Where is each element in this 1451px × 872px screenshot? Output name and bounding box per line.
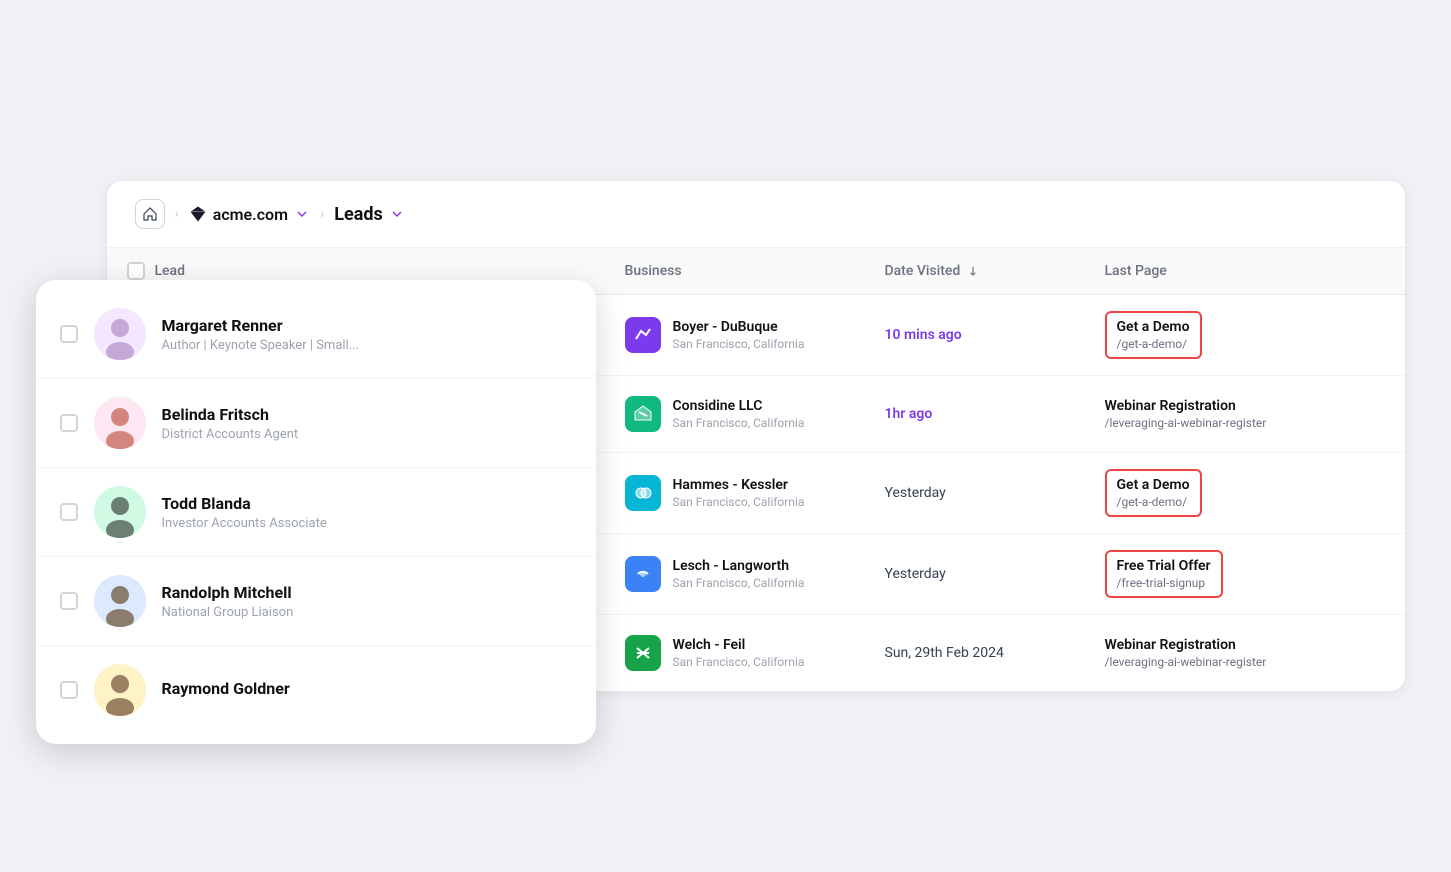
gem-icon xyxy=(189,205,207,223)
biz-name-boyer: Boyer - DuBuque xyxy=(673,319,805,335)
sep-1: › xyxy=(175,206,179,222)
col-date-label: Date Visited xyxy=(885,263,961,279)
biz-cell-margaret: Boyer - DuBuque San Francisco, Californi… xyxy=(625,317,885,353)
home-button[interactable] xyxy=(135,199,165,229)
biz-cell-belinda: Considine LLC San Francisco, California xyxy=(625,396,885,432)
panel-name-belinda: Belinda Fritsch xyxy=(162,405,299,424)
biz-logo-hammes xyxy=(625,475,661,511)
breadcrumb-gem-item[interactable]: acme.com xyxy=(189,205,310,224)
panel-info-randolph: Randolph Mitchell National Group Liaison xyxy=(162,583,294,620)
page-raymond: Webinar Registration /leveraging-ai-webi… xyxy=(1105,637,1385,669)
biz-info-welch: Welch - Feil San Francisco, California xyxy=(673,637,805,669)
panel-info-raymond: Raymond Goldner xyxy=(162,679,290,701)
breadcrumb-gem-label: acme.com xyxy=(213,205,288,224)
page-name-belinda: Webinar Registration xyxy=(1105,398,1385,414)
col-header-business: Business xyxy=(625,262,885,280)
panel-row-margaret[interactable]: Margaret Renner Author | Keynote Speaker… xyxy=(36,290,596,379)
date-randolph: Yesterday xyxy=(885,566,1105,582)
panel-avatar-todd xyxy=(94,486,146,538)
chevron-down-leads-icon xyxy=(389,206,405,222)
page-belinda: Webinar Registration /leveraging-ai-webi… xyxy=(1105,398,1385,430)
biz-logo-lesch xyxy=(625,556,661,592)
panel-title-randolph: National Group Liaison xyxy=(162,605,294,620)
panel-checkbox-todd[interactable] xyxy=(60,503,78,521)
page-path-raymond: /leveraging-ai-webinar-register xyxy=(1105,655,1385,669)
panel-row-todd[interactable]: Todd Blanda Investor Accounts Associate xyxy=(36,468,596,557)
biz-logo-boyer xyxy=(625,317,661,353)
page-todd: Get a Demo /get-a-demo/ xyxy=(1105,469,1202,517)
panel-title-belinda: District Accounts Agent xyxy=(162,427,299,442)
panel-avatar-raymond xyxy=(94,664,146,716)
home-icon xyxy=(142,206,158,222)
biz-info-lesch: Lesch - Langworth San Francisco, Califor… xyxy=(673,558,805,590)
panel-name-randolph: Randolph Mitchell xyxy=(162,583,294,602)
panel-avatar-margaret xyxy=(94,308,146,360)
biz-cell-raymond: Welch - Feil San Francisco, California xyxy=(625,635,885,671)
panel-name-todd: Todd Blanda xyxy=(162,494,327,513)
page-margaret: Get a Demo /get-a-demo/ xyxy=(1105,311,1202,359)
biz-info-considine: Considine LLC San Francisco, California xyxy=(673,398,805,430)
sort-icon xyxy=(966,264,980,278)
page-path-margaret: /get-a-demo/ xyxy=(1117,337,1190,351)
biz-loc-welch: San Francisco, California xyxy=(673,655,805,669)
page-name-randolph: Free Trial Offer xyxy=(1117,558,1211,574)
panel-info-belinda: Belinda Fritsch District Accounts Agent xyxy=(162,405,299,442)
biz-info-hammes: Hammes - Kessler San Francisco, Californ… xyxy=(673,477,805,509)
page-name-margaret: Get a Demo xyxy=(1117,319,1190,335)
page-path-belinda: /leveraging-ai-webinar-register xyxy=(1105,416,1385,430)
panel-name-margaret: Margaret Renner xyxy=(162,316,360,335)
select-all-checkbox[interactable] xyxy=(127,262,145,280)
panel-title-todd: Investor Accounts Associate xyxy=(162,516,327,531)
panel-info-margaret: Margaret Renner Author | Keynote Speaker… xyxy=(162,316,360,353)
biz-loc-considine: San Francisco, California xyxy=(673,416,805,430)
biz-name-hammes: Hammes - Kessler xyxy=(673,477,805,493)
breadcrumb: › acme.com › Leads xyxy=(107,181,1405,248)
floating-leads-panel: Margaret Renner Author | Keynote Speaker… xyxy=(36,280,596,744)
page-randolph: Free Trial Offer /free-trial-signup xyxy=(1105,550,1223,598)
panel-checkbox-margaret[interactable] xyxy=(60,325,78,343)
panel-row-raymond[interactable]: Raymond Goldner xyxy=(36,646,596,734)
biz-loc-hammes: San Francisco, California xyxy=(673,495,805,509)
chevron-down-gem-icon xyxy=(294,206,310,222)
page-path-todd: /get-a-demo/ xyxy=(1117,495,1190,509)
date-belinda: 1hr ago xyxy=(885,406,1105,422)
breadcrumb-leads-item[interactable]: Leads xyxy=(334,204,404,225)
biz-name-welch: Welch - Feil xyxy=(673,637,805,653)
date-margaret: 10 mins ago xyxy=(885,327,1105,343)
panel-checkbox-raymond[interactable] xyxy=(60,681,78,699)
biz-loc-boyer: San Francisco, California xyxy=(673,337,805,351)
date-raymond: Sun, 29th Feb 2024 xyxy=(885,645,1105,661)
panel-info-todd: Todd Blanda Investor Accounts Associate xyxy=(162,494,327,531)
panel-checkbox-belinda[interactable] xyxy=(60,414,78,432)
panel-checkbox-randolph[interactable] xyxy=(60,592,78,610)
biz-cell-todd: Hammes - Kessler San Francisco, Californ… xyxy=(625,475,885,511)
biz-name-lesch: Lesch - Langworth xyxy=(673,558,805,574)
col-header-lead: Lead xyxy=(127,262,175,280)
biz-name-considine: Considine LLC xyxy=(673,398,805,414)
biz-info-boyer: Boyer - DuBuque San Francisco, Californi… xyxy=(673,319,805,351)
panel-title-margaret: Author | Keynote Speaker | Small... xyxy=(162,338,360,353)
biz-logo-welch xyxy=(625,635,661,671)
biz-logo-considine xyxy=(625,396,661,432)
date-todd: Yesterday xyxy=(885,485,1105,501)
col-header-date[interactable]: Date Visited xyxy=(885,262,1105,280)
panel-row-belinda[interactable]: Belinda Fritsch District Accounts Agent xyxy=(36,379,596,468)
page-name-todd: Get a Demo xyxy=(1117,477,1190,493)
col-header-page: Last Page xyxy=(1105,262,1385,280)
page-container: Margaret Renner Author | Keynote Speaker… xyxy=(36,170,1416,702)
biz-loc-lesch: San Francisco, California xyxy=(673,576,805,590)
panel-name-raymond: Raymond Goldner xyxy=(162,679,290,698)
page-path-randolph: /free-trial-signup xyxy=(1117,576,1211,590)
page-name-raymond: Webinar Registration xyxy=(1105,637,1385,653)
sep-2: › xyxy=(320,206,324,222)
breadcrumb-leads-label: Leads xyxy=(334,204,382,225)
panel-avatar-randolph xyxy=(94,575,146,627)
biz-cell-randolph: Lesch - Langworth San Francisco, Califor… xyxy=(625,556,885,592)
col-business-label: Business xyxy=(625,263,682,279)
col-page-label: Last Page xyxy=(1105,263,1167,279)
panel-avatar-belinda xyxy=(94,397,146,449)
panel-row-randolph[interactable]: Randolph Mitchell National Group Liaison xyxy=(36,557,596,646)
